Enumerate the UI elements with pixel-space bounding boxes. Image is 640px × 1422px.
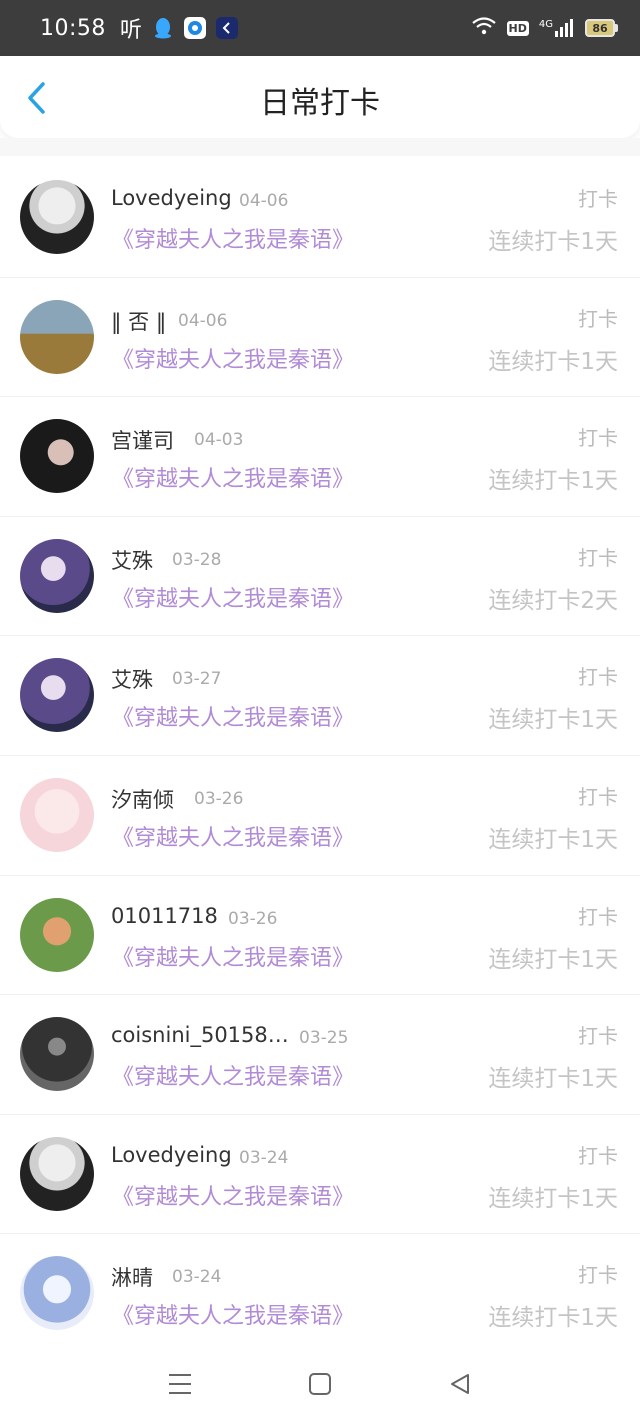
hd-icon: HD bbox=[506, 20, 529, 36]
avatar[interactable] bbox=[20, 658, 94, 733]
book-title[interactable]: 《穿越夫人之我是秦语》 bbox=[112, 1179, 354, 1211]
book-title[interactable]: 《穿越夫人之我是秦语》 bbox=[112, 700, 354, 732]
checkin-label: 打卡 bbox=[578, 1263, 618, 1288]
checkin-date: 04-06 bbox=[178, 310, 228, 331]
checkin-row[interactable]: 艾殊 03-27 《穿越夫人之我是秦语》 打卡连续打卡1天 bbox=[0, 636, 640, 756]
book-title[interactable]: 《穿越夫人之我是秦语》 bbox=[112, 342, 354, 374]
status-time: 10:58 bbox=[40, 15, 106, 41]
checkin-row[interactable]: Lovedyeing 03-24 《穿越夫人之我是秦语》 打卡连续打卡1天 bbox=[0, 1115, 640, 1235]
streak-text: 连续打卡1天 bbox=[488, 826, 618, 853]
menu-icon bbox=[169, 1374, 191, 1394]
checkin-label: 打卡 bbox=[578, 187, 618, 211]
home-square-icon bbox=[309, 1373, 331, 1395]
avatar[interactable] bbox=[20, 180, 94, 254]
back-nav-button[interactable] bbox=[440, 1364, 480, 1404]
checkin-row[interactable]: 汐南倾 03-26 《穿越夫人之我是秦语》 打卡连续打卡1天 bbox=[0, 756, 640, 876]
checkin-date: 03-27 bbox=[172, 669, 222, 690]
signal-icon: 4G bbox=[539, 19, 575, 37]
user-name[interactable]: Lovedyeing bbox=[111, 186, 232, 210]
book-title[interactable]: 《穿越夫人之我是秦语》 bbox=[112, 1059, 354, 1091]
user-name[interactable]: coisnini_50158… bbox=[111, 1023, 289, 1047]
checkin-row[interactable]: ‖ 否 ‖ 04-06 《穿越夫人之我是秦语》 打卡连续打卡1天 bbox=[0, 278, 640, 398]
book-title[interactable]: 《穿越夫人之我是秦语》 bbox=[112, 820, 354, 852]
user-name[interactable]: ‖ 否 ‖ bbox=[111, 306, 166, 336]
checkin-date: 03-25 bbox=[299, 1028, 349, 1049]
checkin-label: 打卡 bbox=[578, 426, 618, 451]
user-name[interactable]: Lovedyeing bbox=[111, 1143, 232, 1167]
book-title[interactable]: 《穿越夫人之我是秦语》 bbox=[112, 940, 354, 972]
avatar[interactable] bbox=[20, 1256, 94, 1331]
avatar[interactable] bbox=[20, 419, 94, 494]
checkin-row[interactable]: coisnini_50158… 03-25 《穿越夫人之我是秦语》 打卡连续打卡1天 bbox=[0, 995, 640, 1115]
user-name[interactable]: 宫谨司 bbox=[111, 425, 174, 455]
streak-text: 连续打卡1天 bbox=[488, 1066, 618, 1093]
book-title[interactable]: 《穿越夫人之我是秦语》 bbox=[112, 1298, 354, 1330]
checkin-label: 打卡 bbox=[578, 545, 618, 570]
checkin-date: 03-26 bbox=[194, 788, 244, 809]
streak-text: 连续打卡1天 bbox=[488, 348, 618, 375]
user-name[interactable]: 01011718 bbox=[111, 904, 218, 928]
network-type: 4G bbox=[538, 19, 553, 30]
user-name[interactable]: 淋晴 bbox=[111, 1262, 153, 1292]
checkin-date: 03-24 bbox=[239, 1147, 289, 1168]
checkin-row[interactable]: 艾殊 03-28 《穿越夫人之我是秦语》 打卡连续打卡2天 bbox=[0, 517, 640, 637]
streak-text: 连续打卡2天 bbox=[488, 587, 618, 614]
battery-level: 86 bbox=[585, 19, 615, 37]
avatar[interactable] bbox=[20, 1136, 94, 1211]
battery-tip bbox=[615, 24, 618, 32]
avatar[interactable] bbox=[20, 1017, 94, 1092]
streak-text: 连续打卡1天 bbox=[488, 1305, 618, 1332]
streak-text: 连续打卡1天 bbox=[488, 229, 618, 255]
checkin-label: 打卡 bbox=[578, 1024, 618, 1049]
user-name[interactable]: 艾殊 bbox=[111, 664, 153, 694]
streak-text: 连续打卡1天 bbox=[488, 946, 618, 973]
checkin-date: 03-24 bbox=[172, 1267, 222, 1288]
checkin-row[interactable]: 宫谨司 04-03 《穿越夫人之我是秦语》 打卡连续打卡1天 bbox=[0, 397, 640, 517]
checkin-label: 打卡 bbox=[578, 665, 618, 690]
wifi-icon bbox=[471, 16, 497, 40]
book-title[interactable]: 《穿越夫人之我是秦语》 bbox=[112, 222, 354, 254]
header-bar: 日常打卡 bbox=[0, 56, 640, 138]
checkin-row[interactable]: 淋晴 03-24 《穿越夫人之我是秦语》 打卡连续打卡1天 bbox=[0, 1234, 640, 1354]
checkin-date: 03-28 bbox=[172, 549, 222, 570]
checkin-label: 打卡 bbox=[578, 1143, 618, 1168]
streak-text: 连续打卡1天 bbox=[488, 1185, 618, 1212]
streak-text: 连续打卡1天 bbox=[488, 468, 618, 495]
reader-app-icon bbox=[215, 17, 238, 39]
streak-text: 连续打卡1天 bbox=[488, 707, 618, 734]
avatar[interactable] bbox=[20, 777, 94, 852]
status-app-icons: 听 bbox=[120, 12, 238, 44]
menu-button[interactable] bbox=[160, 1364, 200, 1404]
checkin-date: 04-03 bbox=[194, 430, 244, 451]
avatar[interactable] bbox=[20, 299, 94, 374]
user-name[interactable]: 艾殊 bbox=[111, 545, 153, 575]
system-nav-bar bbox=[0, 1346, 640, 1422]
checkin-label: 打卡 bbox=[578, 904, 618, 929]
back-triangle-icon bbox=[451, 1374, 469, 1394]
checkin-row[interactable]: 01011718 03-26 《穿越夫人之我是秦语》 打卡连续打卡1天 bbox=[0, 876, 640, 996]
battery-icon: 86 bbox=[585, 19, 618, 37]
book-title[interactable]: 《穿越夫人之我是秦语》 bbox=[112, 581, 354, 613]
checkin-date: 04-06 bbox=[239, 191, 289, 211]
checkin-label: 打卡 bbox=[578, 306, 618, 331]
user-name[interactable]: 汐南倾 bbox=[111, 784, 174, 814]
home-button[interactable] bbox=[300, 1364, 340, 1404]
qq-icon bbox=[152, 17, 174, 39]
book-title[interactable]: 《穿越夫人之我是秦语》 bbox=[112, 461, 354, 493]
checkin-label: 打卡 bbox=[578, 784, 618, 809]
avatar[interactable] bbox=[20, 897, 94, 972]
checkin-list: Lovedyeing 04-06 《穿越夫人之我是秦语》 打卡 连续打卡1天 ‖ 否 ‖ 0… bbox=[0, 158, 640, 1354]
page-title: 日常打卡 bbox=[260, 86, 380, 121]
checkin-date: 03-26 bbox=[228, 908, 278, 929]
section-gap bbox=[0, 138, 640, 156]
avatar[interactable] bbox=[20, 538, 94, 613]
ting-app-icon: 听 bbox=[119, 18, 142, 43]
status-bar: 10:58 听 HD 4G 86 bbox=[0, 0, 640, 56]
status-indicators: HD 4G 86 bbox=[471, 16, 618, 40]
checkin-row[interactable]: Lovedyeing 04-06 《穿越夫人之我是秦语》 打卡连续打卡1天 bbox=[0, 158, 640, 278]
browser-app-icon bbox=[183, 17, 206, 39]
